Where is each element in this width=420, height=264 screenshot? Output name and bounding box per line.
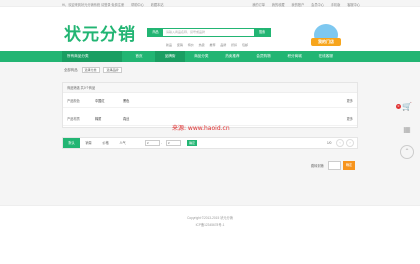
account-link[interactable]: 我的账户 <box>292 3 305 7</box>
hotword-link[interactable]: 热卖 <box>199 43 205 47</box>
filter-more-button[interactable]: 更多 <box>347 116 353 121</box>
filter-panel: 商品筛选 共0个商品 产品颜色 中国红 黑色 更多 产品材质 棉质 真丝 更多 <box>62 82 358 128</box>
page-jump-input[interactable] <box>328 161 341 170</box>
hotword-link[interactable]: 品牌 <box>220 43 226 47</box>
prev-page-icon[interactable]: ‹ <box>336 139 344 147</box>
hotword-link[interactable]: 特价 <box>188 43 194 47</box>
filter-key: 产品颜色 <box>67 99 80 103</box>
search-button[interactable]: 搜索 <box>254 29 270 36</box>
nav-item-member[interactable]: 会员购物 <box>249 51 279 62</box>
nav-item-category[interactable]: 商品分类 <box>186 51 216 62</box>
header: 状元分销 商品 请输入商品名称、货号或品牌 搜索 新品 促销 特价 热卖 推荐 … <box>0 7 420 51</box>
favorite-link[interactable]: 收藏本站 <box>151 3 164 7</box>
help-link[interactable]: 帮助中心 <box>131 3 144 7</box>
mobile-link[interactable]: 手机版 <box>331 3 341 7</box>
cart-icon[interactable]: 🛒 <box>400 100 414 114</box>
nav-item-points[interactable]: 积分商城 <box>280 51 310 62</box>
filter-value[interactable]: 真丝 <box>123 116 129 121</box>
price-filter-button[interactable]: 确定 <box>187 140 197 146</box>
top-links-left: Hi，欢迎来到状元分销系统 请登录 免费注册 帮助中心 收藏本站 <box>62 2 169 7</box>
page-indicator: 1/0 <box>327 141 332 145</box>
nav-item-home[interactable]: 首页 <box>124 51 154 62</box>
sort-tab-default[interactable]: 默认 <box>63 138 80 148</box>
service-link[interactable]: 客服中心 <box>347 3 360 7</box>
all-categories-button[interactable]: 所有商品分类 <box>62 51 122 62</box>
icp-text: ICP备12345678号-1 <box>195 223 225 227</box>
qr-icon[interactable]: ▦ <box>400 123 414 137</box>
top-links-right: 我的订单 我的收藏 我的账户 会员中心 手机版 客服中心 <box>246 2 360 7</box>
next-page-icon[interactable]: › <box>346 139 354 147</box>
hotword-link[interactable]: 新品 <box>166 43 172 47</box>
breadcrumb-label[interactable]: 全部商品 <box>64 68 78 72</box>
cart-count-badge: 0 <box>396 104 401 109</box>
brand-dropdown[interactable]: 选择品牌 <box>103 67 122 73</box>
sort-tab-popularity[interactable]: 人气 <box>114 138 131 148</box>
nav-item-service[interactable]: 在线客服 <box>311 51 341 62</box>
filter-summary: 商品筛选 共0个商品 <box>63 83 357 93</box>
filter-more-button[interactable]: 更多 <box>347 98 353 103</box>
hotword-link[interactable]: 折扣 <box>231 43 237 47</box>
orders-link[interactable]: 我的订单 <box>252 3 265 7</box>
main-nav: 所有商品分类 首页 品牌街 商品分类 热卖推荐 会员购物 积分商城 在线客服 <box>0 51 420 62</box>
welcome-login-link[interactable]: Hi，欢迎来到状元分销系统 请登录 免费注册 <box>62 3 124 7</box>
hot-keywords: 新品 促销 特价 热卖 推荐 品牌 折扣 包邮 <box>166 43 252 47</box>
sort-tab-price[interactable]: 价格 <box>97 138 114 148</box>
filter-key: 产品材质 <box>67 117 80 121</box>
hotword-link[interactable]: 推荐 <box>209 43 215 47</box>
footer: Copyright ©2013-2015 状元分销 ICP备12345678号-… <box>0 205 420 264</box>
watermark-text: 来源: www.haoid.cn <box>172 125 230 132</box>
price-max-input[interactable]: ¥ <box>166 140 181 146</box>
nav-items: 首页 品牌街 商品分类 热卖推荐 会员购物 积分商城 在线客服 <box>124 51 341 62</box>
search-input[interactable]: 请输入商品名称、货号或品牌 <box>166 29 205 36</box>
back-to-top-icon[interactable]: ⌃ <box>400 145 414 159</box>
sort-bar: 默认 销量 价格 人气 ¥ - ¥ 确定 1/0 ‹ › <box>62 137 358 149</box>
filter-value[interactable]: 黑色 <box>123 98 129 103</box>
category-dropdown[interactable]: 选择分类 <box>81 67 100 73</box>
sort-tab-sales[interactable]: 销量 <box>80 138 97 148</box>
breadcrumb: 全部商品 选择分类 选择品牌 <box>64 67 122 73</box>
filter-value[interactable]: 棉质 <box>95 116 101 121</box>
price-range-dash: - <box>161 141 162 145</box>
search-category-select[interactable]: 商品 <box>148 29 163 36</box>
store-badge-label: 我的门店 <box>311 38 341 46</box>
page-jump-button[interactable]: 确定 <box>343 161 355 170</box>
site-logo[interactable]: 状元分销 <box>64 20 136 45</box>
filter-value[interactable]: 中国红 <box>95 98 105 103</box>
hotword-link[interactable]: 促销 <box>177 43 183 47</box>
member-center-link[interactable]: 会员中心 <box>311 3 324 7</box>
copyright-text: Copyright ©2013-2015 状元分销 <box>187 216 233 220</box>
nav-item-hot[interactable]: 热卖推荐 <box>217 51 247 62</box>
price-min-input[interactable]: ¥ <box>145 140 160 146</box>
page-jump-label: 跳转到第 <box>311 164 324 168</box>
filter-row-color: 产品颜色 中国红 黑色 更多 <box>63 93 357 108</box>
nav-item-brand[interactable]: 品牌街 <box>155 51 186 62</box>
store-badge[interactable]: 我的门店 <box>311 24 341 50</box>
search-box: 商品 请输入商品名称、货号或品牌 搜索 <box>147 28 271 37</box>
hotword-link[interactable]: 包邮 <box>242 43 248 47</box>
favorites-link[interactable]: 我的收藏 <box>272 3 285 7</box>
top-bar: Hi，欢迎来到状元分销系统 请登录 免费注册 帮助中心 收藏本站 我的订单 我的… <box>0 0 420 7</box>
